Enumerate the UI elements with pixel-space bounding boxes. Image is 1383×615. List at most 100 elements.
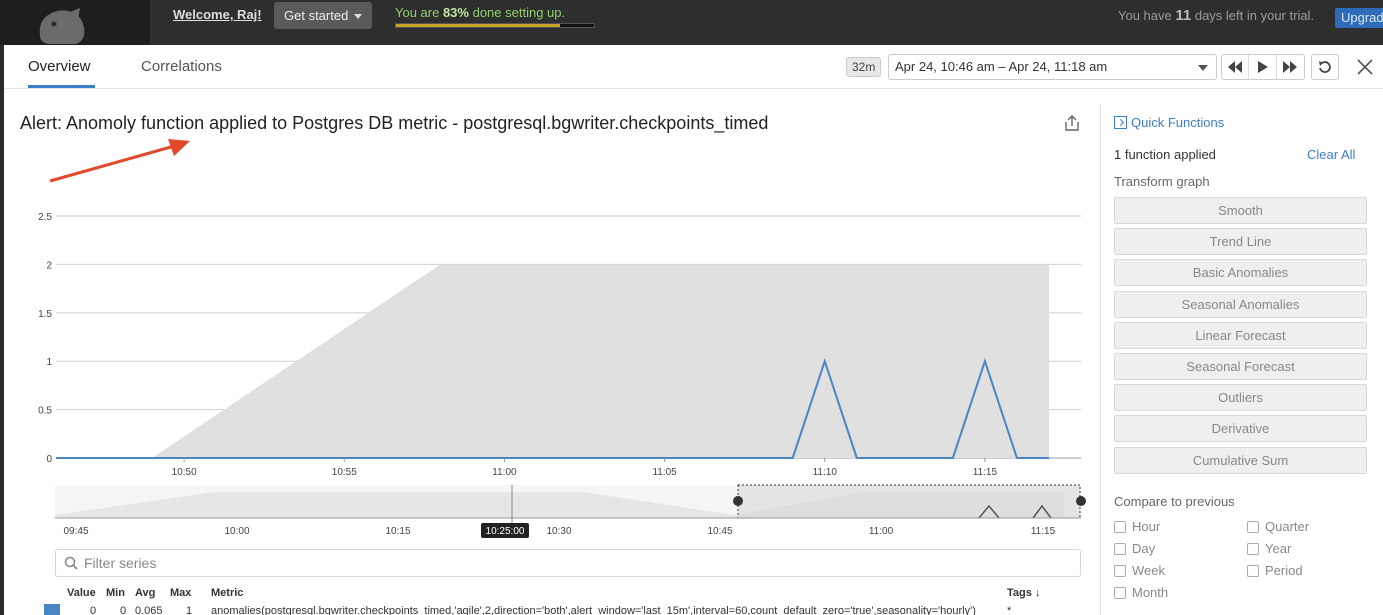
function-button-trend-line[interactable]: Trend Line	[1114, 228, 1367, 256]
timeframe-value: Apr 24, 10:46 am – Apr 24, 11:18 am	[895, 59, 1108, 74]
fast-forward-button[interactable]	[1277, 55, 1304, 79]
cursor-time-label: 10:25:00	[486, 526, 525, 537]
compare-checkbox-hour[interactable]: Hour	[1114, 519, 1160, 534]
expand-panel-icon	[1114, 116, 1127, 129]
quick-functions-toggle[interactable]: Quick Functions	[1114, 115, 1224, 130]
tab-correlations[interactable]: Correlations	[141, 58, 222, 75]
setup-progress-fill	[396, 24, 561, 27]
setup-percent: 83%	[442, 5, 469, 20]
compare-checkbox-day[interactable]: Day	[1114, 541, 1155, 556]
play-button[interactable]	[1249, 55, 1277, 79]
trial-prefix: You have	[1118, 8, 1176, 23]
compare-checkbox-year[interactable]: Year	[1247, 541, 1291, 556]
quick-functions-heading: Quick Functions	[1131, 115, 1225, 130]
search-icon	[64, 556, 78, 570]
function-button-seasonal-forecast[interactable]: Seasonal Forecast	[1114, 353, 1367, 380]
compare-checkbox-quarter[interactable]: Quarter	[1247, 519, 1309, 534]
y-tick-label: 0	[46, 454, 52, 465]
close-icon	[1357, 59, 1373, 75]
compare-option-label: Hour	[1132, 519, 1161, 534]
compare-option-label: Day	[1132, 541, 1156, 556]
function-button-linear-forecast[interactable]: Linear Forecast	[1114, 321, 1367, 349]
reset-button[interactable]	[1311, 54, 1339, 80]
compare-checkbox-week[interactable]: Week	[1114, 563, 1165, 578]
setup-prefix: You are	[395, 5, 443, 20]
y-tick-label: 0.5	[38, 406, 52, 417]
function-button-smooth[interactable]: Smooth	[1114, 197, 1367, 224]
series-color-swatch[interactable]	[44, 604, 60, 615]
graph-area: Alert: Anomoly function applied to Postg…	[4, 90, 1099, 615]
setup-progress-bar	[395, 23, 595, 28]
x-tick-label: 11:00	[492, 467, 517, 478]
function-button-cumulative-sum[interactable]: Cumulative Sum	[1114, 446, 1367, 474]
x-tick-label: 10:50	[172, 467, 197, 478]
time-controls	[1221, 54, 1305, 80]
filter-series-box[interactable]	[55, 549, 1081, 577]
welcome-link[interactable]: Welcome, Raj!	[173, 7, 262, 22]
trial-suffix: days left in your trial.	[1194, 8, 1315, 23]
navigator-tick-label: 11:00	[869, 526, 894, 537]
compare-checkbox-month[interactable]: Month	[1114, 585, 1168, 600]
fast-forward-icon	[1283, 61, 1298, 73]
checkbox-icon	[1114, 565, 1126, 577]
chevron-down-icon	[354, 14, 363, 20]
checkbox-icon	[1247, 565, 1259, 577]
navigator-tick-label: 11:15	[1031, 526, 1056, 537]
filter-series-input[interactable]	[84, 554, 984, 572]
legend-header-min[interactable]: Min	[106, 587, 125, 599]
navigator-tick-label: 10:45	[707, 526, 732, 537]
upgrade-button[interactable]: Upgrade	[1335, 8, 1383, 28]
reset-icon	[1319, 61, 1331, 73]
play-icon	[1257, 61, 1268, 73]
x-tick-label: 10:55	[332, 467, 357, 478]
get-started-dropdown[interactable]: Get started	[274, 2, 373, 29]
timeframe-select[interactable]: Apr 24, 10:46 am – Apr 24, 11:18 am	[888, 54, 1217, 80]
navigator-selection	[738, 485, 1080, 518]
legend-max: 1	[186, 605, 193, 615]
y-tick-label: 2	[46, 260, 52, 271]
tab-overview[interactable]: Overview	[28, 58, 91, 75]
navigator-handle-right	[1076, 496, 1086, 506]
x-tick-label: 11:10	[813, 467, 838, 478]
compare-option-label: Month	[1132, 585, 1169, 600]
function-button-outliers[interactable]: Outliers	[1114, 384, 1367, 412]
setup-suffix: done setting up.	[468, 5, 566, 20]
function-button-derivative[interactable]: Derivative	[1114, 415, 1367, 443]
compare-checkbox-period[interactable]: Period	[1247, 563, 1303, 578]
timeseries-chart[interactable]: 0 0.5 1 1.5 2 2.5 10:50 10:55 11:00 11:05 11:10 11:…	[4, 90, 1099, 545]
graph-modal: Overview Correlations 32m Apr 24, 10:46 …	[4, 45, 1383, 615]
y-tick-label: 2.5	[38, 212, 52, 223]
checkbox-icon	[1114, 521, 1126, 533]
compare-label: Compare to previous	[1114, 494, 1235, 509]
legend-tags: *	[1007, 605, 1012, 615]
checkbox-icon	[1247, 521, 1259, 533]
trial-notice: You have 11 days left in your trial.	[1118, 7, 1314, 24]
compare-option-label: Quarter	[1265, 519, 1310, 534]
series-legend: Value Min Avg Max Metric Tags ↓ 0 0 0.06…	[4, 587, 1099, 615]
modal-header: Overview Correlations 32m Apr 24, 10:46 …	[4, 45, 1383, 89]
legend-avg: 0.065	[135, 605, 163, 615]
y-tick-label: 1	[46, 357, 52, 368]
legend-header-avg[interactable]: Avg	[135, 587, 155, 599]
legend-header-value[interactable]: Value	[67, 587, 96, 599]
transform-graph-label: Transform graph	[1114, 174, 1210, 189]
y-tick-label: 1.5	[38, 309, 52, 320]
close-button[interactable]	[1353, 55, 1377, 79]
function-button-basic-anomalies[interactable]: Basic Anomalies	[1114, 259, 1367, 287]
clear-all-link[interactable]: Clear All	[1307, 147, 1355, 162]
legend-header-tags[interactable]: Tags ↓	[1007, 587, 1040, 599]
chevron-down-icon	[1198, 65, 1208, 71]
legend-metric: anomalies(postgresql.bgwriter.checkpoint…	[211, 605, 976, 615]
x-tick-label: 11:15	[973, 467, 998, 478]
navigator-tick-label: 09:45	[63, 526, 88, 537]
legend-header-max[interactable]: Max	[170, 587, 191, 599]
function-button-seasonal-anomalies[interactable]: Seasonal Anomalies	[1114, 290, 1367, 318]
rewind-button[interactable]	[1222, 55, 1250, 79]
legend-header-metric[interactable]: Metric	[211, 587, 243, 599]
legend-value: 0	[90, 605, 97, 615]
active-tab-indicator	[28, 85, 95, 88]
checkbox-icon	[1114, 543, 1126, 555]
datadog-logo-icon[interactable]	[30, 6, 94, 46]
setup-progress-text: You are 83% done setting up.	[395, 5, 565, 20]
compare-option-label: Week	[1132, 563, 1165, 578]
